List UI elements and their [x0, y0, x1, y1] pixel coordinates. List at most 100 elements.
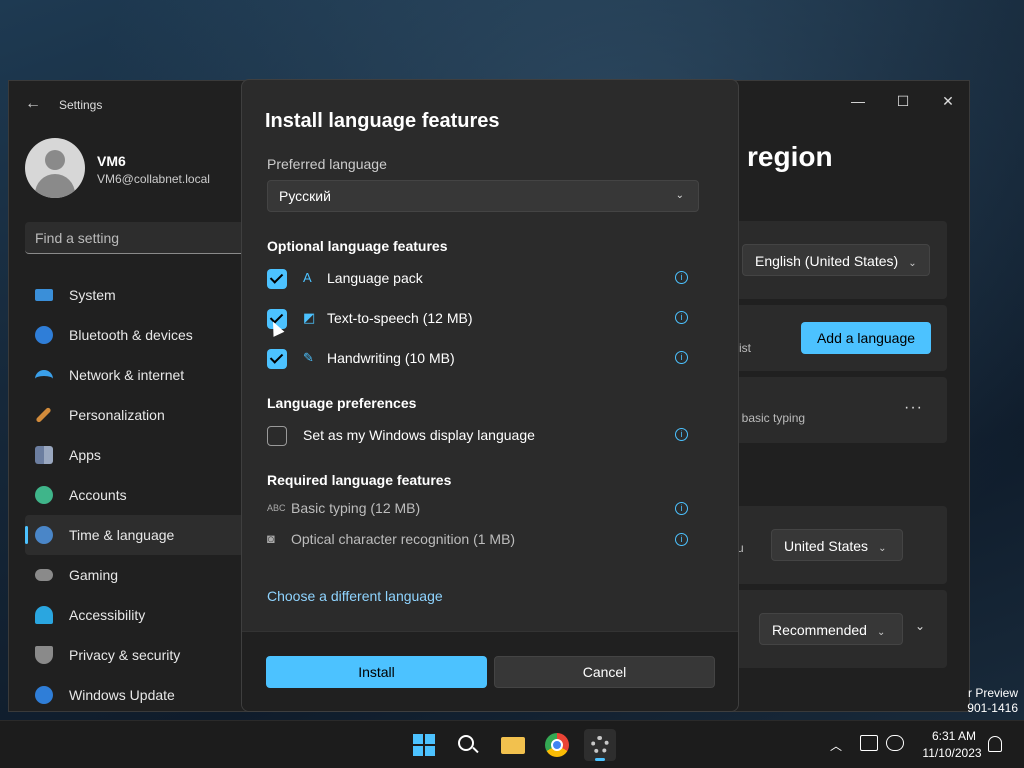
sidebar-item-label: System [69, 287, 116, 303]
sidebar-item-bluetooth[interactable]: Bluetooth & devices [25, 315, 255, 355]
basic-typing-label: Basic typing (12 MB) [291, 500, 421, 516]
info-icon[interactable]: i [675, 271, 688, 284]
display-language-dropdown[interactable]: English (United States) ⌄ [742, 244, 930, 276]
sidebar-item-apps[interactable]: Apps [25, 435, 255, 475]
globe-clock-icon [35, 526, 53, 544]
sidebar-item-label: Accounts [69, 487, 127, 503]
country-value: United States [784, 538, 869, 554]
more-options-icon[interactable]: ··· [904, 399, 923, 417]
sidebar-item-label: Network & internet [69, 367, 185, 383]
add-language-button[interactable]: Add a language [801, 322, 931, 354]
required-row-ocr: ◙ Optical character recognition (1 MB) i [267, 531, 697, 551]
handwriting-checkbox[interactable] [267, 349, 287, 369]
regional-format-dropdown[interactable]: Recommended ⌄ [759, 613, 903, 645]
taskbar-search-button[interactable] [452, 729, 484, 761]
gear-icon [591, 736, 609, 754]
avatar-body [35, 174, 75, 198]
system-icon [35, 289, 53, 301]
tray-overflow-chevron-icon[interactable]: ︿ [830, 737, 842, 754]
shield-icon [35, 646, 53, 664]
back-arrow-icon[interactable]: ← [25, 95, 43, 113]
sidebar-item-label: Accessibility [69, 607, 146, 623]
file-explorer-button[interactable] [497, 729, 529, 761]
choose-different-language-link[interactable]: Choose a different language [267, 588, 443, 604]
info-icon[interactable]: i [675, 351, 688, 364]
sidebar-item-system[interactable]: System [25, 275, 255, 315]
windows-logo-icon [425, 746, 435, 756]
notification-bell-icon[interactable] [988, 736, 1002, 752]
bluetooth-icon [35, 326, 53, 344]
clock-date[interactable]: 11/10/2023 [918, 746, 986, 760]
language-pack-checkbox[interactable] [267, 269, 287, 289]
windows-logo-icon [425, 734, 435, 744]
cancel-button[interactable]: Cancel [494, 656, 715, 688]
minimize-button[interactable]: — [838, 87, 878, 115]
sidebar-item-time-language[interactable]: Time & language [25, 515, 255, 555]
sidebar-item-accessibility[interactable]: Accessibility [25, 595, 255, 635]
watermark-line1: r Preview [967, 686, 1018, 700]
avatar[interactable] [25, 138, 85, 198]
sidebar-item-accounts[interactable]: Accounts [25, 475, 255, 515]
feature-row-handwriting: ✎ Handwriting (10 MB) i [267, 349, 697, 373]
volume-muted-icon[interactable] [886, 735, 904, 751]
search-icon-handle [472, 746, 479, 754]
sidebar-item-label: Personalization [69, 407, 165, 423]
feature-row-text-to-speech: ◩ Text-to-speech (12 MB) i [267, 309, 697, 333]
display-language-row: Set as my Windows display language i [267, 426, 697, 450]
install-button[interactable]: Install [266, 656, 487, 688]
info-icon[interactable]: i [675, 428, 688, 441]
start-button[interactable] [408, 729, 440, 761]
wifi-icon [35, 370, 53, 380]
maximize-button[interactable]: ☐ [883, 87, 923, 115]
sidebar-item-network[interactable]: Network & internet [25, 355, 255, 395]
person-icon [35, 486, 53, 504]
accessibility-icon [35, 606, 53, 624]
chrome-icon-center [551, 739, 563, 751]
dialog-footer: Install Cancel [242, 631, 738, 711]
handwriting-icon: ✎ [303, 350, 314, 365]
feature-row-language-pack: A Language pack i [267, 269, 697, 293]
sidebar-item-gaming[interactable]: Gaming [25, 555, 255, 595]
list-fragment: ist [739, 341, 751, 355]
apps-icon [35, 446, 53, 464]
update-icon [35, 686, 53, 704]
chevron-down-icon: ⌄ [878, 543, 887, 554]
preferred-language-select[interactable]: Русский ⌄ [267, 180, 699, 212]
clock-time[interactable]: 6:31 AM [922, 729, 986, 743]
sidebar-item-label: Windows Update [69, 687, 175, 703]
search-icon [458, 735, 474, 751]
taskbar: ︿ 6:31 AM 11/10/2023 [0, 720, 1024, 768]
install-language-dialog: Install language features Preferred lang… [241, 79, 739, 712]
windows-logo-icon [413, 746, 423, 756]
sidebar-item-label: Time & language [69, 527, 175, 543]
search-placeholder: Find a setting [35, 230, 120, 246]
display-language-value: English (United States) [755, 253, 899, 269]
settings-taskbar-button[interactable] [584, 729, 616, 761]
expand-chevron-icon[interactable]: ⌄ [915, 619, 925, 633]
close-button[interactable]: ✕ [928, 87, 968, 115]
chevron-down-icon: ⌄ [908, 258, 917, 269]
sidebar-item-windows-update[interactable]: Windows Update [25, 675, 255, 711]
display-language-checkbox[interactable] [267, 426, 287, 446]
language-pack-label: Language pack [327, 270, 423, 286]
gamepad-icon [35, 569, 53, 581]
user-email: VM6@collabnet.local [97, 172, 210, 186]
country-dropdown[interactable]: United States ⌄ [771, 529, 903, 561]
chevron-down-icon: ⌄ [675, 190, 684, 201]
required-features-heading: Required language features [267, 472, 452, 488]
network-icon[interactable] [860, 735, 878, 751]
sidebar-item-label: Privacy & security [69, 647, 181, 663]
abc-icon: ABC [267, 503, 286, 513]
info-icon[interactable]: i [675, 533, 688, 546]
chrome-button[interactable] [541, 729, 573, 761]
search-input[interactable]: Find a setting [25, 222, 265, 254]
folder-icon [501, 737, 525, 754]
info-icon[interactable]: i [675, 502, 688, 515]
info-icon[interactable]: i [675, 311, 688, 324]
watermark-line2: 901-1416 [967, 701, 1018, 715]
sidebar-item-privacy[interactable]: Privacy & security [25, 635, 255, 675]
sidebar-item-personalization[interactable]: Personalization [25, 395, 255, 435]
sidebar-item-label: Gaming [69, 567, 119, 583]
sidebar-nav: System Bluetooth & devices Network & int… [25, 275, 255, 711]
brush-icon [35, 406, 52, 424]
